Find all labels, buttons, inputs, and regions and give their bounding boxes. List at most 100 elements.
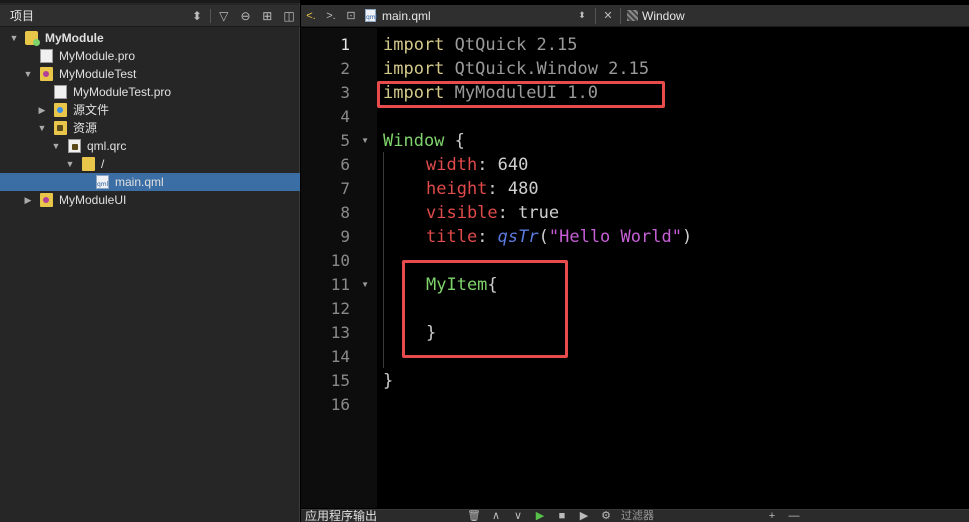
project-panel: 项目 ⬍ ▽ ⊖ ⊞ ◫ ▼ MyModule MyModule.pro ▼ M…: [0, 0, 300, 522]
line-number: 15: [330, 371, 350, 390]
source-folder-icon: [54, 103, 67, 117]
tree-item-root-prefix[interactable]: ▼ /: [0, 155, 300, 173]
resource-folder-icon: [54, 121, 67, 135]
project-tree: ▼ MyModule MyModule.pro ▼ MyModuleTest M…: [0, 29, 300, 209]
tree-item-label: MyModule.pro: [59, 49, 136, 63]
open-file-combo[interactable]: main.qml: [365, 9, 575, 23]
type-name: Window: [383, 131, 445, 151]
tree-item-label: /: [101, 157, 105, 171]
add-icon[interactable]: +: [761, 510, 783, 522]
code-line: visible: true: [426, 201, 559, 225]
arrow-up-icon[interactable]: ∧: [485, 510, 507, 522]
minimize-icon[interactable]: —: [783, 510, 805, 522]
line-number: 6: [340, 155, 350, 174]
editor-toolbar: <. >. ⊡ main.qml ⬍ ✕ Window: [301, 5, 969, 27]
code-text: :: [477, 155, 498, 175]
fold-marker-icon[interactable]: ▼: [361, 129, 369, 153]
code-line: width: 640: [426, 153, 528, 177]
code-line: import QtQuick 2.15: [383, 33, 577, 57]
code-text: :: [477, 227, 498, 247]
line-number: 4: [340, 107, 350, 126]
property-name: width: [426, 155, 478, 175]
tree-item-sources[interactable]: ▶ 源文件: [0, 101, 300, 119]
code-text: :: [497, 203, 519, 223]
folder-icon: [82, 157, 95, 171]
collapse-arrow-icon[interactable]: ▼: [64, 155, 76, 173]
qml-file-icon: [96, 175, 109, 189]
qml-file-icon: [365, 9, 377, 22]
tree-item-mymoduletest-pro[interactable]: MyModuleTest.pro: [0, 83, 300, 101]
add-split-icon[interactable]: ⊞: [256, 5, 278, 27]
run-icon[interactable]: ▶: [529, 510, 551, 522]
output-filter-input[interactable]: 过滤器: [621, 510, 761, 522]
output-panel-bar: 应用程序输出 🗑 ∧ ∨ ▶ ■ ▶ ⚙ 过滤器 + —: [301, 509, 969, 522]
tree-item-qml-qrc[interactable]: ▼ qml.qrc: [0, 137, 300, 155]
code-line: height: 480: [426, 177, 539, 201]
tree-item-mymodule-pro[interactable]: MyModule.pro: [0, 47, 300, 65]
code-text: QtQuick 2.15: [444, 35, 578, 55]
tree-item-label: MyModuleTest: [59, 67, 137, 81]
line-number: 7: [340, 179, 350, 198]
collapse-arrow-icon[interactable]: ▼: [50, 137, 62, 155]
indent-guide: [383, 152, 384, 368]
qrc-file-icon: [68, 139, 81, 153]
lock-icon[interactable]: ⊡: [341, 5, 361, 27]
project-icon: [25, 31, 40, 46]
open-file-name: main.qml: [382, 8, 431, 23]
keyword: import: [383, 35, 445, 55]
tree-item-label: MyModuleUI: [59, 193, 127, 207]
code-text: ): [681, 227, 693, 247]
subproject-icon: [40, 193, 53, 207]
tree-item-label: qml.qrc: [87, 139, 127, 153]
link-icon[interactable]: ⊖: [235, 5, 257, 27]
code-text: {: [444, 131, 465, 151]
filter-icon[interactable]: ▽: [213, 5, 235, 27]
highlight-box-import: [377, 81, 665, 108]
line-number: 5: [340, 131, 350, 150]
collapse-arrow-icon[interactable]: ▼: [8, 29, 20, 47]
expand-arrow-icon[interactable]: ▶: [22, 191, 34, 209]
code-text: true: [518, 203, 560, 223]
code-text: QtQuick.Window 2.15: [444, 59, 650, 79]
code-text: :: [487, 179, 508, 199]
debug-run-icon[interactable]: ▶: [573, 510, 595, 522]
close-icon[interactable]: ✕: [602, 5, 614, 27]
line-number: 10: [330, 251, 350, 270]
code-text: 480: [507, 179, 539, 199]
line-number: 3: [340, 83, 350, 102]
collapse-arrow-icon[interactable]: ▼: [22, 65, 34, 83]
combo-arrow-icon[interactable]: ⬍: [186, 5, 208, 27]
clear-icon[interactable]: 🗑: [463, 510, 485, 522]
toolbar-divider: [620, 7, 621, 24]
string-literal: "Hello World": [548, 227, 682, 247]
arrow-down-icon[interactable]: ∨: [507, 510, 529, 522]
symbol-icon: [627, 10, 638, 21]
keyword: import: [383, 59, 445, 79]
line-number-gutter: 1 2 3 4 5 ▼ 6 7 8 9 10 11 ▼ 12 13 14 15 …: [301, 28, 377, 508]
line-number: 14: [330, 347, 350, 366]
tree-item-mymoduletest[interactable]: ▼ MyModuleTest: [0, 65, 300, 83]
fold-marker-icon[interactable]: ▼: [361, 273, 369, 297]
tree-item-main-qml[interactable]: main.qml: [0, 173, 300, 191]
subproject-icon: [40, 67, 53, 81]
settings-gear-icon[interactable]: ⚙: [595, 510, 617, 522]
output-panel-title[interactable]: 应用程序输出: [305, 510, 463, 522]
back-icon[interactable]: <.: [301, 5, 321, 27]
tree-item-mymoduleui[interactable]: ▶ MyModuleUI: [0, 191, 300, 209]
tree-item-resources[interactable]: ▼ 资源: [0, 119, 300, 137]
project-panel-title[interactable]: 项目: [0, 7, 186, 24]
line-number: 13: [330, 323, 350, 342]
tree-item-mymodule[interactable]: ▼ MyModule: [0, 29, 300, 47]
line-number: 2: [340, 59, 350, 78]
symbol-combo[interactable]: Window: [642, 9, 685, 23]
line-number: 11: [330, 275, 350, 294]
collapse-arrow-icon[interactable]: ▼: [36, 119, 48, 137]
stop-icon[interactable]: ■: [551, 510, 573, 522]
code-line: title: qsTr("Hello World"): [426, 225, 692, 249]
forward-icon[interactable]: >.: [321, 5, 341, 27]
code-text: }: [383, 371, 394, 391]
expand-arrow-icon[interactable]: ▶: [36, 101, 48, 119]
combo-arrow-icon[interactable]: ⬍: [575, 10, 589, 21]
code-line: Window {: [383, 129, 465, 153]
close-split-icon[interactable]: ◫: [278, 5, 300, 27]
